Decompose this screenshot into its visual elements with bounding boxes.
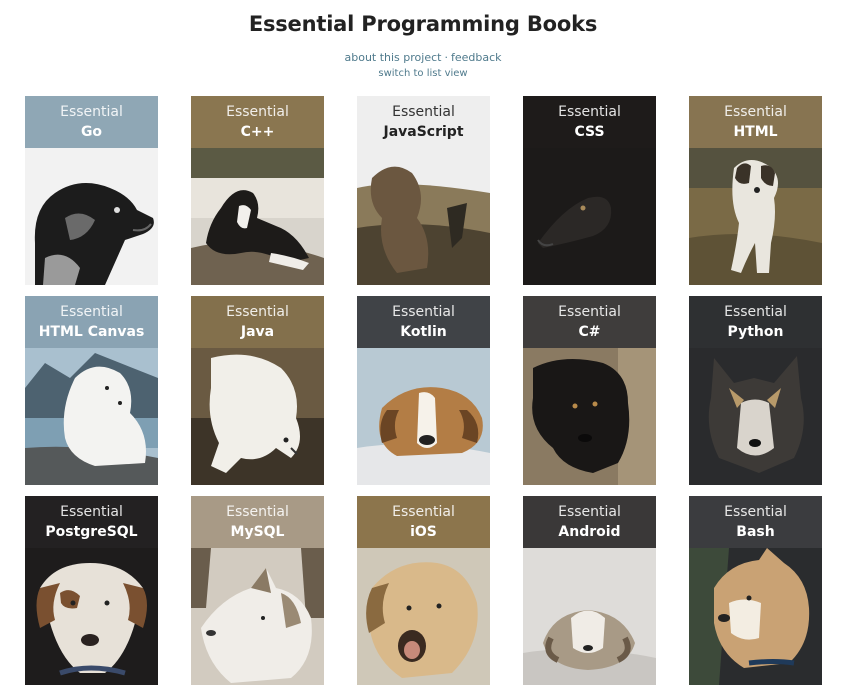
view-switch: switch to list view	[0, 68, 846, 79]
book-title: Android	[558, 524, 621, 540]
book-series: Essential	[392, 504, 455, 520]
dog-photo	[689, 348, 822, 485]
book-card-kotlin[interactable]: Essential Kotlin	[357, 296, 490, 485]
book-grid: Essential Go Essential C++ Essential Jav…	[25, 96, 822, 685]
book-title: C#	[578, 324, 601, 340]
book-series: Essential	[558, 104, 621, 120]
dog-photo	[357, 348, 490, 485]
book-title: HTML Canvas	[38, 324, 145, 340]
book-banner: Essential MySQL	[191, 496, 324, 548]
book-title: PostgreSQL	[45, 524, 138, 540]
book-card-html[interactable]: Essential HTML	[689, 96, 822, 285]
book-series: Essential	[724, 504, 787, 520]
book-banner: Essential JavaScript	[357, 96, 490, 148]
book-card-mysql[interactable]: Essential MySQL	[191, 496, 324, 685]
book-banner: Essential Kotlin	[357, 296, 490, 348]
dog-photo	[25, 548, 158, 685]
book-card-postgresql[interactable]: Essential PostgreSQL	[25, 496, 158, 685]
book-series: Essential	[724, 304, 787, 320]
feedback-link[interactable]: feedback	[451, 51, 502, 64]
book-banner: Essential Bash	[689, 496, 822, 548]
book-title: C++	[240, 124, 275, 140]
dog-photo	[25, 148, 158, 285]
book-series: Essential	[392, 104, 455, 120]
book-card-cpp[interactable]: Essential C++	[191, 96, 324, 285]
dog-photo	[191, 148, 324, 285]
book-title: Kotlin	[400, 324, 447, 340]
book-title: CSS	[574, 124, 605, 140]
book-banner: Essential C++	[191, 96, 324, 148]
dog-photo	[523, 148, 656, 285]
book-banner: Essential HTML	[689, 96, 822, 148]
book-banner: Essential CSS	[523, 96, 656, 148]
book-series: Essential	[60, 104, 123, 120]
book-banner: Essential Go	[25, 96, 158, 148]
book-banner: Essential Python	[689, 296, 822, 348]
about-link[interactable]: about this project	[344, 51, 441, 64]
book-card-csharp[interactable]: Essential C#	[523, 296, 656, 485]
book-series: Essential	[226, 304, 289, 320]
book-series: Essential	[392, 304, 455, 320]
page-title: Essential Programming Books	[248, 12, 598, 36]
book-card-ios[interactable]: Essential iOS	[357, 496, 490, 685]
book-banner: Essential Android	[523, 496, 656, 548]
header-links: about this project · feedback	[0, 51, 846, 64]
book-title: Python	[727, 324, 784, 340]
book-banner: Essential Java	[191, 296, 324, 348]
book-series: Essential	[60, 504, 123, 520]
book-banner: Essential PostgreSQL	[25, 496, 158, 548]
book-series: Essential	[226, 104, 289, 120]
book-card-css[interactable]: Essential CSS	[523, 96, 656, 285]
book-banner: Essential HTML Canvas	[25, 296, 158, 348]
book-title: iOS	[410, 524, 437, 540]
book-card-bash[interactable]: Essential Bash	[689, 496, 822, 685]
book-title: MySQL	[230, 524, 285, 540]
book-card-go[interactable]: Essential Go	[25, 96, 158, 285]
dog-photo	[689, 548, 822, 685]
dog-photo	[689, 148, 822, 285]
book-card-python[interactable]: Essential Python	[689, 296, 822, 485]
book-card-android[interactable]: Essential Android	[523, 496, 656, 685]
book-banner: Essential C#	[523, 296, 656, 348]
dog-photo	[357, 148, 490, 285]
book-title: HTML	[733, 124, 778, 140]
book-banner: Essential iOS	[357, 496, 490, 548]
book-card-java[interactable]: Essential Java	[191, 296, 324, 485]
book-series: Essential	[558, 504, 621, 520]
link-separator: ·	[444, 51, 448, 64]
book-title: Bash	[736, 524, 775, 540]
book-card-html-canvas[interactable]: Essential HTML Canvas	[25, 296, 158, 485]
dog-photo	[357, 548, 490, 685]
book-title: JavaScript	[383, 124, 464, 140]
book-series: Essential	[724, 104, 787, 120]
book-title: Java	[240, 324, 275, 340]
dog-photo	[523, 348, 656, 485]
dog-photo	[25, 348, 158, 485]
book-series: Essential	[558, 304, 621, 320]
book-card-javascript[interactable]: Essential JavaScript	[357, 96, 490, 285]
switch-to-list-view-link[interactable]: switch to list view	[378, 68, 467, 79]
book-title: Go	[80, 124, 103, 140]
dog-photo	[191, 548, 324, 685]
book-series: Essential	[226, 504, 289, 520]
book-series: Essential	[60, 304, 123, 320]
dog-photo	[523, 548, 656, 685]
dog-photo	[191, 348, 324, 485]
